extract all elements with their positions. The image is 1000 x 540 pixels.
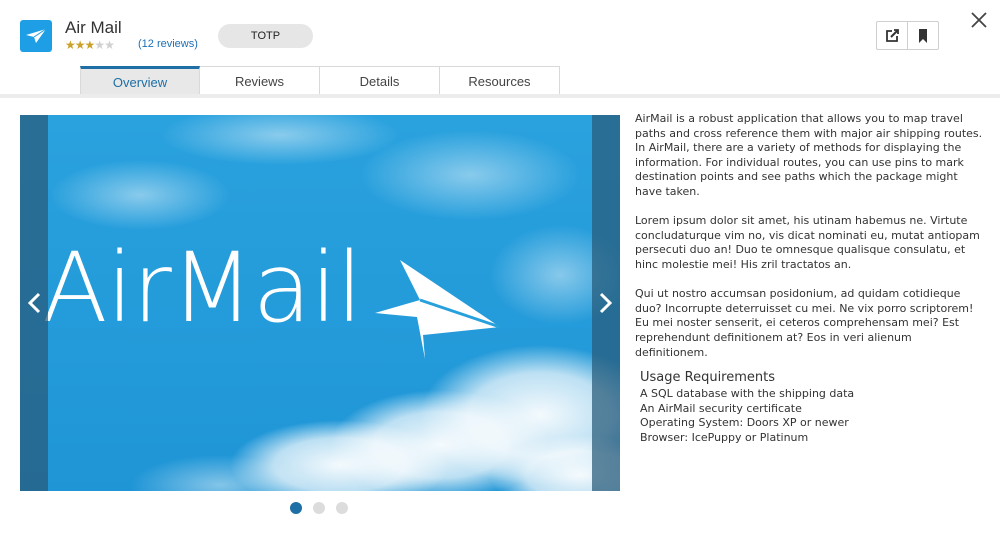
tab-bar: Overview Reviews Details Resources <box>80 66 560 95</box>
requirement-item: An AirMail security certificate <box>640 401 802 415</box>
tab-reviews[interactable]: Reviews <box>200 66 320 95</box>
usage-requirements: Usage Requirements A SQL database with t… <box>640 370 980 445</box>
close-button[interactable] <box>968 9 990 31</box>
carousel-dot[interactable] <box>313 502 325 514</box>
app-description: AirMail is a robust application that all… <box>635 112 987 375</box>
description-paragraph: AirMail is a robust application that all… <box>635 112 983 140</box>
rating-stars: ★★★★★ <box>65 38 115 52</box>
star-empty-icon: ★ <box>104 38 115 52</box>
star-empty-icon: ★ <box>94 38 105 52</box>
star-filled-icon: ★ <box>84 38 96 52</box>
tab-resources[interactable]: Resources <box>440 66 560 95</box>
app-header: Air Mail ★★★★★ (12 reviews) TOTP Overvie… <box>0 0 1000 98</box>
paper-plane-app-icon <box>20 20 52 52</box>
description-paragraph: In AirMail, there are a variety of metho… <box>635 141 964 198</box>
hero-app-name: AirMail <box>42 232 363 344</box>
carousel-prev-button[interactable] <box>24 287 44 319</box>
app-title: Air Mail <box>65 18 122 37</box>
requirement-item: A SQL database with the shipping data <box>640 387 855 400</box>
reviews-link[interactable]: (12 reviews) <box>138 38 198 50</box>
tab-overview[interactable]: Overview <box>80 66 200 95</box>
header-divider <box>0 94 1000 98</box>
tag-badge: TOTP <box>218 24 313 48</box>
requirement-item: Operating System: Doors XP or newer <box>640 416 849 430</box>
chevron-left-icon <box>27 292 41 314</box>
screenshot-carousel: AirMail <box>20 115 620 491</box>
paper-plane-icon <box>375 260 501 359</box>
open-edit-button[interactable] <box>877 22 907 49</box>
requirement-item: Browser: IcePuppy or Platinum <box>640 430 809 444</box>
requirements-heading: Usage Requirements <box>640 370 776 385</box>
bookmark-button[interactable] <box>907 22 938 49</box>
description-paragraph: Lorem ipsum dolor sit amet, his utinam h… <box>635 214 980 271</box>
star-filled-icon: ★ <box>74 38 86 52</box>
carousel-next-button[interactable] <box>596 287 616 319</box>
close-icon <box>971 12 987 28</box>
tab-details[interactable]: Details <box>320 66 440 95</box>
description-paragraph: Qui ut nostro accumsan posidonium, ad qu… <box>635 287 974 359</box>
chevron-right-icon <box>599 292 613 314</box>
external-edit-icon <box>886 28 900 42</box>
carousel-dot[interactable] <box>290 502 302 514</box>
carousel-pagination <box>290 502 348 514</box>
bookmark-icon <box>919 28 928 43</box>
carousel-dot[interactable] <box>336 502 348 514</box>
star-filled-icon: ★ <box>65 38 76 52</box>
action-button-group <box>876 21 939 50</box>
